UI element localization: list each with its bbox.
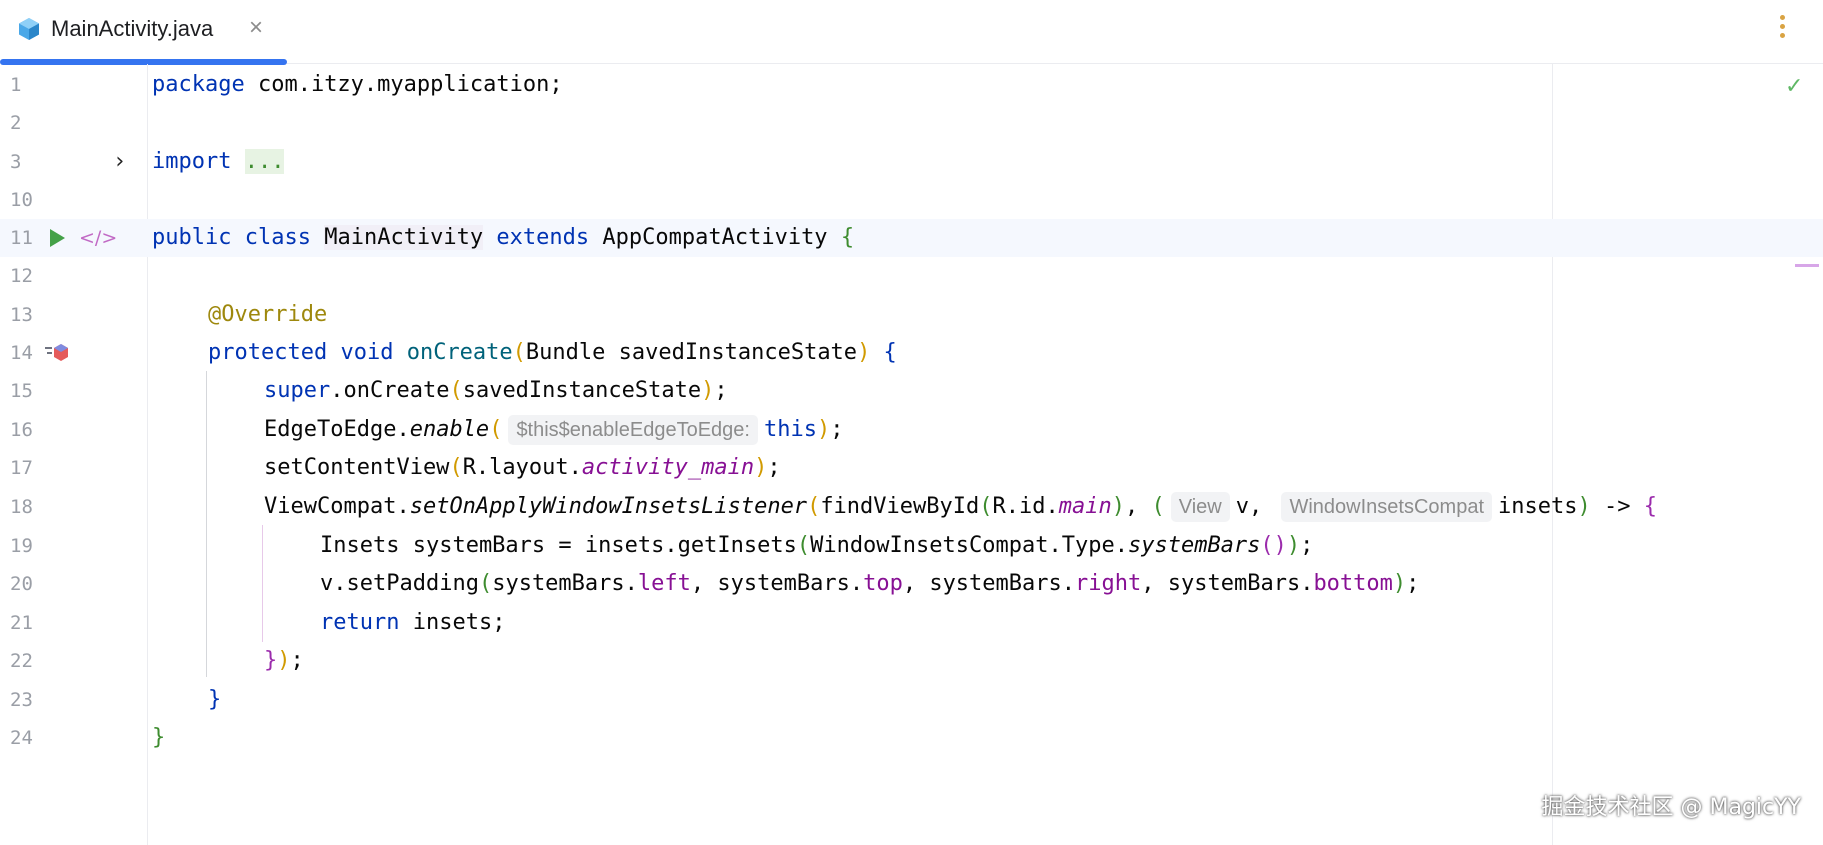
implementation-icon[interactable]: </> [79, 219, 117, 257]
line-code: import ... [152, 149, 285, 174]
code-line[interactable]: 19 Insets systemBars = insets.getInsets(… [0, 527, 1823, 565]
line-code: @Override [208, 302, 328, 327]
line-code: package com.itzy.myapplication; [152, 72, 563, 97]
line-code: public class MainActivity extends AppCom… [152, 225, 855, 250]
line-number: 10 [10, 189, 33, 211]
line-number: 23 [10, 689, 33, 711]
line-code: Insets systemBars = insets.getInsets(Win… [320, 533, 1314, 558]
code-line[interactable]: 21 return insets; [0, 604, 1823, 642]
close-icon[interactable]: × [249, 14, 263, 42]
line-code: setContentView(R.layout.activity_main); [264, 455, 781, 480]
line-code: return insets; [320, 610, 506, 635]
line-number: 19 [10, 535, 33, 557]
type-hint: View [1170, 492, 1230, 522]
line-code: EdgeToEdge.enable($this$enableEdgeToEdge… [264, 411, 843, 449]
code-line[interactable]: 20 v.setPadding(systemBars.left, systemB… [0, 565, 1823, 603]
watermark: 掘金技术社区 @ MagicYY [1541, 795, 1802, 820]
line-number: 24 [10, 727, 33, 749]
line-number: 13 [10, 304, 33, 326]
code-line[interactable]: 15 super.onCreate(savedInstanceState); [0, 372, 1823, 410]
type-hint: WindowInsetsCompat [1281, 492, 1493, 522]
line-code: } [152, 725, 166, 750]
override-method-icon[interactable] [44, 343, 70, 363]
java-class-icon [19, 18, 39, 40]
tab-mainactivity[interactable]: MainActivity.java × [0, 0, 287, 65]
line-code: ViewCompat.setOnApplyWindowInsetsListene… [264, 488, 1657, 526]
line-number: 1 [10, 74, 22, 96]
line-number: 12 [10, 265, 33, 287]
line-number: 2 [10, 112, 22, 134]
line-code: super.onCreate(savedInstanceState); [264, 378, 728, 403]
editor-tab-bar: MainActivity.java × [0, 0, 1823, 65]
line-number: 3 [10, 151, 22, 173]
line-number: 20 [10, 573, 33, 595]
line-number: 14 [10, 342, 33, 364]
code-line[interactable]: 2 [0, 104, 1823, 142]
code-line[interactable]: 10 [0, 181, 1823, 219]
code-line[interactable]: 23 } [0, 681, 1823, 719]
code-line[interactable]: 17 setContentView(R.layout.activity_main… [0, 449, 1823, 487]
code-line[interactable]: 22 }); [0, 642, 1823, 680]
line-number: 22 [10, 650, 33, 672]
tab-title: MainActivity.java [51, 16, 214, 41]
line-code: v.setPadding(systemBars.left, systemBars… [320, 571, 1420, 596]
code-line[interactable]: 3 › import ... [0, 143, 1823, 181]
line-number: 18 [10, 496, 33, 518]
code-line[interactable]: 16 EdgeToEdge.enable($this$enableEdgeToE… [0, 411, 1823, 449]
line-number: 15 [10, 380, 33, 402]
parameter-hint: $this$enableEdgeToEdge: [508, 415, 758, 445]
code-line[interactable]: 18 ViewCompat.setOnApplyWindowInsetsList… [0, 488, 1823, 526]
fold-chevron-icon[interactable]: › [113, 143, 126, 181]
active-tab-indicator [0, 59, 287, 65]
code-line[interactable]: 24 } [0, 719, 1823, 757]
code-line[interactable]: 13 @Override [0, 296, 1823, 334]
line-code: } [208, 687, 222, 712]
code-line[interactable]: 12 [0, 257, 1823, 295]
line-code: protected void onCreate(Bundle savedInst… [208, 340, 897, 365]
code-line[interactable]: 14 protected void onCreate(Bundle savedI… [0, 334, 1823, 372]
code-line[interactable]: 1 package com.itzy.myapplication; [0, 66, 1823, 104]
folded-imports[interactable]: ... [244, 149, 285, 174]
line-number: 11 [10, 227, 33, 249]
more-options-icon[interactable] [1776, 15, 1788, 45]
line-number: 21 [10, 612, 33, 634]
line-code: }); [264, 648, 304, 673]
code-line-current[interactable]: 11 </> public class MainActivity extends… [0, 219, 1823, 257]
line-number: 17 [10, 457, 33, 479]
line-number: 16 [10, 419, 33, 441]
run-icon[interactable] [50, 229, 65, 247]
